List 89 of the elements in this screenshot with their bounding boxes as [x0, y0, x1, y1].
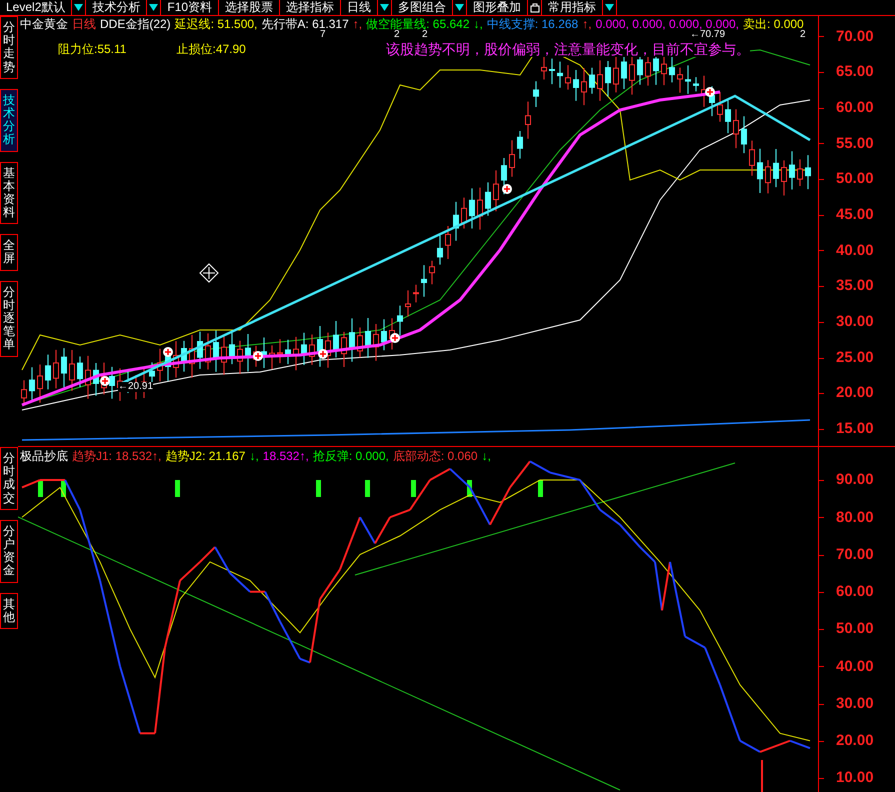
signal-marker-icon	[390, 333, 400, 343]
signal-marker-icon	[502, 184, 512, 194]
axis-label: 10.00	[836, 768, 874, 788]
axis-label: 70.00	[836, 544, 874, 565]
axis-label: 20.00	[836, 383, 874, 404]
dropdown-caret-icon[interactable]	[603, 0, 618, 15]
toolbar-button[interactable]: 选择指标	[280, 0, 342, 15]
axis-label: 35.00	[836, 276, 874, 296]
resistance-level: 阻力位:55.11	[58, 41, 126, 58]
dropdown-caret-icon[interactable]	[72, 0, 86, 15]
toolbar-button[interactable]: 选择股票	[219, 0, 280, 15]
toolbar-button[interactable]: F10资料	[161, 0, 220, 15]
indicator-value: 做空能量线: 65.642	[366, 17, 470, 31]
signal-bar	[38, 480, 43, 497]
toolbar-button[interactable]: 技术分析	[86, 0, 148, 15]
spike-line	[761, 760, 763, 792]
signal-bar	[467, 480, 472, 497]
chart-annotation: ←20.91	[118, 382, 154, 392]
axis-label: 60.00	[836, 582, 874, 602]
signal-bar	[316, 480, 321, 497]
axis-label: 55.00	[836, 134, 874, 154]
signal-bar	[175, 480, 180, 497]
toolbar-button[interactable]: 常用指标	[542, 0, 604, 15]
toolbar-button[interactable]: 多图组合	[392, 0, 454, 15]
side-tab[interactable]: 分时走势	[0, 16, 18, 79]
indicator-value: 趋势J2: 21.167	[165, 449, 246, 464]
signal-bar	[365, 480, 370, 497]
signal-marker-icon	[253, 351, 263, 361]
axis-label: 40.00	[836, 240, 874, 261]
advice-message: 该股趋势不明，股价偏弱，注意量能变化，目前不宜参与。	[386, 41, 750, 57]
signal-bar	[61, 480, 66, 497]
indicator-value: 抢反弹: 0.000,	[312, 449, 389, 464]
signal-marker-icon	[318, 349, 328, 359]
side-tab[interactable]: 其他	[0, 592, 18, 629]
chart-annotation: 2	[800, 30, 806, 40]
axis-label: 30.00	[836, 694, 874, 714]
axis-label: 40.00	[836, 656, 874, 677]
signal-marker-icon	[163, 347, 173, 357]
indicator-title: 极品抄底	[20, 449, 68, 464]
stock-name: 中金黄金	[20, 17, 68, 32]
indicator-value: ↓,	[474, 17, 483, 32]
chart-annotation: 2	[394, 30, 400, 40]
indicator-value: 中线支撑: 16.268	[486, 17, 578, 32]
axis-label: 45.00	[836, 205, 874, 226]
axis-label: 60.00	[836, 98, 874, 118]
axis-label: 80.00	[836, 508, 874, 528]
axis-label: 25.00	[836, 348, 874, 368]
axis-label: 90.00	[836, 470, 874, 490]
axis-label: 15.00	[836, 419, 874, 440]
signal-marker-icon	[705, 87, 715, 97]
stop-loss-level: 止损位:47.90	[176, 41, 246, 58]
axis-label: 20.00	[836, 731, 874, 752]
signal-marker-icon	[100, 376, 110, 386]
indicator-value: 卖出: 0.000	[743, 17, 804, 31]
indicator-value: 18.532↑,	[262, 449, 309, 464]
indicator-value: ↑,	[582, 17, 592, 32]
chart-annotation: 7	[320, 30, 326, 40]
signal-bar	[538, 480, 543, 497]
indicator-value: 趋势J1: 18.532↑,	[72, 449, 162, 464]
axis-label: 70.00	[836, 26, 874, 47]
indicator-value: 先行带A: 61.317	[261, 17, 349, 31]
axis-label: 50.00	[836, 619, 874, 640]
side-tab[interactable]: 全屏	[0, 234, 18, 271]
period-label: 日线	[72, 17, 96, 32]
chart-annotation: ←70.79	[690, 30, 726, 40]
side-tab[interactable]: 分户资金	[0, 520, 18, 582]
indicator-value: 底部动态: 0.060	[392, 449, 478, 464]
toolbar-button[interactable]: 日线	[341, 0, 378, 15]
axis-label: 65.00	[836, 62, 874, 82]
dropdown-caret-icon[interactable]	[378, 0, 392, 15]
indicator-value: 延迟线: 51.500,	[174, 17, 258, 32]
dropdown-caret-icon[interactable]	[453, 0, 468, 15]
dropdown-caret-icon[interactable]	[147, 0, 162, 15]
crosshair-icon	[199, 263, 219, 283]
side-tab[interactable]: 分时逐笔单	[0, 280, 18, 357]
toolbar-button[interactable]: 图形叠加	[467, 0, 528, 15]
indicator-name: DDE金指(22)	[100, 17, 171, 32]
signal-bar	[411, 480, 416, 497]
side-tab[interactable]: 分时成交	[0, 447, 18, 510]
axis-label: 30.00	[836, 312, 874, 332]
toolbar-button[interactable]: Level2默认	[0, 0, 72, 15]
indicator-value: ↑,	[352, 17, 362, 32]
axis-label: 50.00	[836, 169, 874, 190]
side-tab[interactable]: 技术分析	[0, 88, 18, 152]
indicator-value: ↓,	[249, 449, 259, 464]
chart-annotation: 2	[422, 30, 428, 40]
side-tab[interactable]: 基本资料	[0, 162, 18, 224]
indicator-value: ↓,	[482, 449, 491, 464]
indicator-value: 0.000, 0.000, 0.000, 0.000,	[596, 17, 740, 31]
